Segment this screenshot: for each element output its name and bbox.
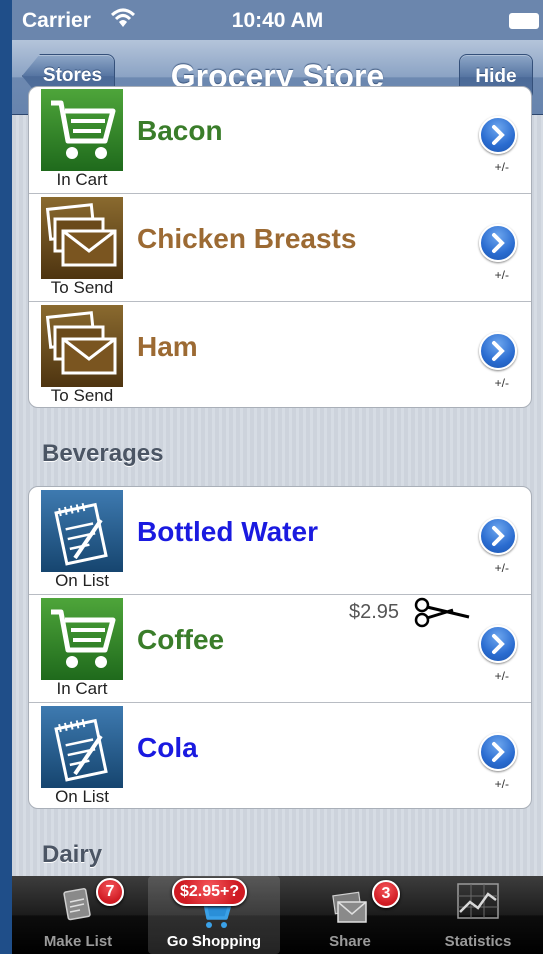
item-name: Ham [137,331,198,362]
tab-go-shopping-label: Go Shopping [166,933,262,950]
item-group-beverages: On List Bottled Water +/- In Cart Coffee… [28,486,532,809]
disclosure-button[interactable] [479,224,517,262]
chevron-right-icon [492,341,505,361]
battery-icon [509,13,539,29]
item-name: Cola [137,732,198,763]
item-status: In Cart [56,679,108,698]
cart-icon [41,598,123,680]
list-item[interactable]: To Send Chicken Breasts +/- [29,194,531,302]
tab-make-list-label: Make List [43,933,113,950]
list-item[interactable]: In Cart Coffee +/- $2.95 [29,595,531,703]
quantity-adjust-label[interactable]: +/- [495,561,509,575]
notepad-icon [41,706,123,788]
disclosure-button[interactable] [479,116,517,154]
envelopes-icon [332,891,367,923]
quantity-adjust-label[interactable]: +/- [495,268,509,282]
disclosure-button[interactable] [479,733,517,771]
item-name: Chicken Breasts [137,223,357,254]
item-name: Bottled Water [137,516,318,547]
item-name: Coffee [137,624,225,655]
screen: Carrier 10:40 AM Stores Grocery Store Hi… [12,0,543,954]
quantity-adjust-label[interactable]: +/- [495,777,509,791]
list-item[interactable]: To Send Ham +/- [29,302,531,407]
notepad-icon [63,888,91,921]
chevron-right-icon [492,125,505,145]
notepad-icon [41,490,123,572]
tab-share-label: Share [329,933,371,950]
scissors-icon[interactable] [413,595,471,629]
list-item[interactable]: On List Bottled Water +/- [29,487,531,595]
chart-icon [457,883,499,919]
disclosure-button[interactable] [479,332,517,370]
disclosure-button[interactable] [479,625,517,663]
disclosure-button[interactable] [479,517,517,555]
envelopes-icon [41,305,123,387]
section-header-beverages: Beverages [42,440,164,467]
list-item[interactable]: On List Cola +/- [29,703,531,808]
go-shopping-badge: $2.95+? [172,878,248,906]
tab-make-list[interactable]: 7 Make List [12,876,144,954]
clock: 10:40 AM [231,9,324,32]
chevron-right-icon [492,526,505,546]
quantity-adjust-label[interactable]: +/- [495,160,509,174]
tab-go-shopping[interactable]: $2.95+? Go Shopping [148,876,280,954]
chevron-right-icon [492,742,505,762]
item-status: To Send [50,278,114,297]
item-name: Bacon [137,115,223,146]
share-badge: 3 [372,880,400,908]
chevron-right-icon [492,233,505,253]
item-status: In Cart [56,170,108,189]
tab-share[interactable]: 3 Share [284,876,416,954]
list-item[interactable]: In Cart Bacon +/- [29,87,531,194]
cart-icon [41,89,123,171]
make-list-badge: 7 [96,878,124,906]
quantity-adjust-label[interactable]: +/- [495,376,509,390]
chevron-right-icon [492,634,505,654]
tab-statistics[interactable]: Statistics [412,876,543,954]
section-header-dairy: Dairy [42,841,103,868]
item-group-meats: In Cart Bacon +/- To Send Chicken Breast… [28,86,532,408]
quantity-adjust-label[interactable]: +/- [495,669,509,683]
item-price: $2.95 [349,601,400,623]
envelopes-icon [41,197,123,279]
item-status: To Send [50,386,114,405]
item-status: On List [55,571,109,590]
item-status: On List [55,787,109,806]
tab-statistics-label: Statistics [444,933,512,950]
status-bar: Carrier 10:40 AM [12,0,543,40]
tab-bar: 7 Make List $2.95+? Go Shopping 3 Share [12,876,543,954]
